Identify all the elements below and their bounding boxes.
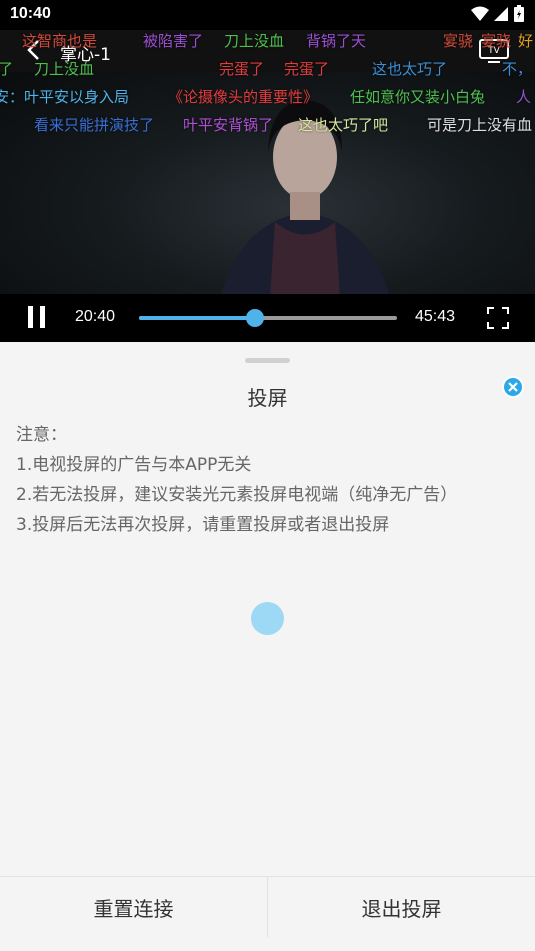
video-player[interactable]: 掌心-1 TV 这智商也是 被陷害了 刀上没血 背锅了天 宴骁 宴骁 好 了 刀… bbox=[0, 30, 535, 342]
danmaku-comment: 背锅了天 bbox=[306, 32, 367, 50]
danmaku-comment: 完蛋了 bbox=[284, 60, 330, 78]
danmaku-comment: 任如意你又装小白兔 bbox=[350, 88, 486, 106]
danmaku-comment: 被陷害了 bbox=[143, 32, 204, 50]
progress-fill bbox=[139, 316, 256, 320]
danmaku-comment: 可是刀上没有血 bbox=[427, 116, 533, 134]
signal-icon bbox=[494, 7, 508, 21]
note-item: 3.投屏后无法再次投屏，请重置投屏或者退出投屏 bbox=[16, 515, 390, 535]
progress-thumb[interactable] bbox=[246, 309, 265, 327]
danmaku-comment: 叶平安背锅了 bbox=[183, 116, 274, 134]
danmaku-comment: 看来只能拼演技了 bbox=[34, 116, 155, 134]
danmaku-comment: 刀上没血 bbox=[224, 32, 285, 50]
danmaku-comment: 不， bbox=[502, 60, 533, 78]
danmaku-comment: 这也太巧了吧 bbox=[298, 116, 389, 134]
progress-slider[interactable] bbox=[139, 309, 397, 327]
status-icons bbox=[471, 5, 525, 23]
status-bar: 10:40 bbox=[0, 0, 535, 30]
sheet-title: 投屏 bbox=[247, 386, 288, 410]
status-time: 10:40 bbox=[10, 5, 51, 22]
notes-heading: 注意： bbox=[16, 425, 67, 445]
danmaku-comment: 完蛋了 bbox=[219, 60, 265, 78]
exit-cast-button[interactable]: 退出投屏 bbox=[268, 877, 535, 937]
cast-sheet: 投屏 注意： 1.电视投屏的广告与本APP无关 2.若无法投屏，建议安装光元素投… bbox=[0, 342, 535, 951]
danmaku-comment: 好 bbox=[518, 32, 534, 50]
note-item: 1.电视投屏的广告与本APP无关 bbox=[16, 455, 252, 475]
pause-icon[interactable] bbox=[26, 304, 48, 330]
danmaku-comment: 刀上没血 bbox=[34, 60, 95, 78]
danmaku-comment: 《论摄像头的重要性》 bbox=[168, 88, 319, 106]
player-controls: 20:40 45:43 bbox=[0, 294, 535, 342]
bottom-action-bar: 重置连接 退出投屏 bbox=[0, 876, 535, 951]
note-item: 2.若无法投屏，建议安装光元素投屏电视端（纯净无广告） bbox=[16, 485, 458, 505]
danmaku-comment: 了 bbox=[0, 60, 14, 78]
danmaku-comment: 安：叶平安以身入局 bbox=[0, 88, 130, 106]
danmaku-comment: 这也太巧了 bbox=[372, 60, 448, 78]
danmaku-comment: 宴骁 bbox=[443, 32, 474, 50]
danmaku-comment: 人 bbox=[516, 88, 532, 106]
loading-spinner bbox=[251, 602, 284, 635]
fullscreen-icon[interactable] bbox=[486, 306, 510, 330]
total-time: 45:43 bbox=[415, 308, 456, 325]
danmaku-comment: 宴骁 bbox=[481, 32, 512, 50]
drag-handle[interactable] bbox=[245, 358, 290, 363]
cast-notes: 注意： 1.电视投屏的广告与本APP无关 2.若无法投屏，建议安装光元素投屏电视… bbox=[16, 420, 457, 540]
current-time: 20:40 bbox=[75, 308, 116, 325]
danmaku-comment: 这智商也是 bbox=[22, 32, 98, 50]
wifi-icon bbox=[471, 6, 489, 21]
battery-icon bbox=[514, 5, 524, 22]
close-icon[interactable] bbox=[501, 375, 525, 399]
reset-connection-button[interactable]: 重置连接 bbox=[0, 877, 267, 937]
